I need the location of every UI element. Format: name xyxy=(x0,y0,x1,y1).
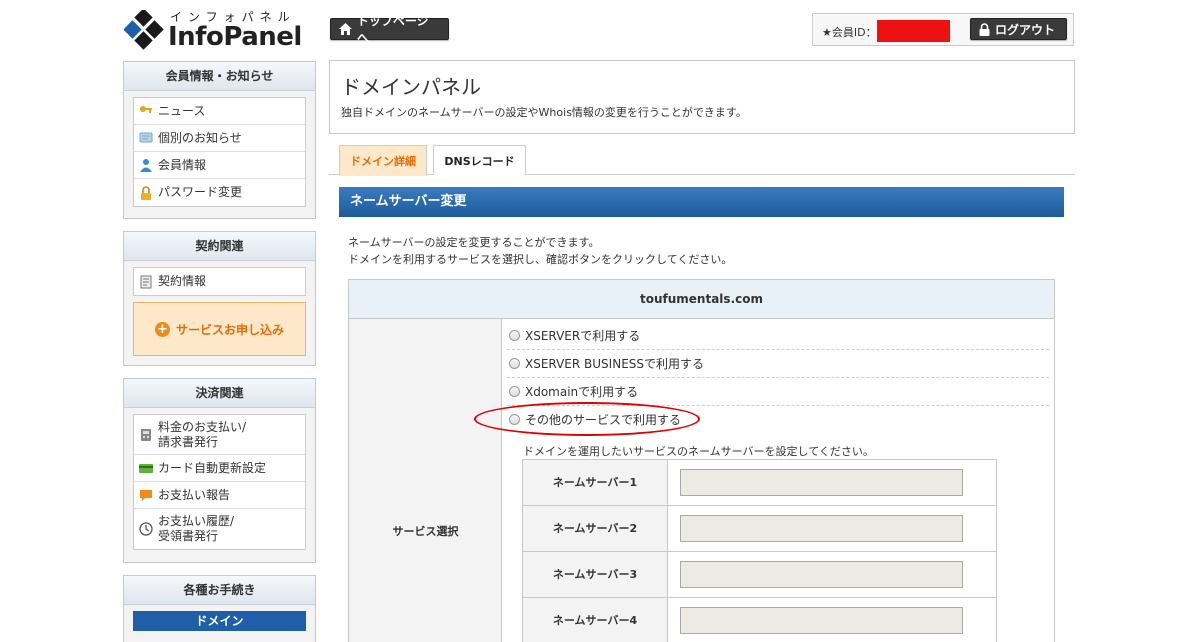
radio-label: XSERVER BUSINESSで利用する xyxy=(525,357,705,371)
document-icon xyxy=(139,275,153,289)
logo-diamond-icon xyxy=(124,10,164,50)
tab-bar: ドメイン詳細 DNSレコード xyxy=(329,145,1075,176)
nameserver-table: ネームサーバー1 ネームサーバー2 ネームサーバー3 ネームサーバー4 xyxy=(522,459,997,642)
nameserver-label: ネームサーバー1 xyxy=(523,460,668,505)
page-title-panel: ドメインパネル 独自ドメインのネームサーバーの設定やWhois情報の変更を行うこ… xyxy=(329,60,1075,134)
top-page-label: トップページへ xyxy=(356,14,429,45)
sidebar-payment-list: 料金のお支払い/ 請求書発行 カード自動更新設定 お支払い報告 お支払い履歴/ … xyxy=(133,414,306,550)
member-id-label: ★会員ID： xyxy=(822,26,877,39)
service-apply-label: サービスお申し込み xyxy=(175,322,284,337)
nameserver-2-input[interactable] xyxy=(680,515,963,542)
page-title: ドメインパネル xyxy=(341,75,481,99)
page-description: 独自ドメインのネームサーバーの設定やWhois情報の変更を行うことができます。 xyxy=(341,106,747,119)
sidebar-contract-list: 契約情報 xyxy=(133,267,306,296)
sidebar-member-list: ニュース 個別のお知らせ 会員情報 パスワード変更 xyxy=(133,97,306,207)
sidebar-item-member-info[interactable]: 会員情報 xyxy=(134,152,305,179)
nameserver-note: ドメインを運用したいサービスのネームサーバーを設定してください。 xyxy=(523,445,874,458)
member-id-redaction xyxy=(877,20,950,42)
domain-settings-table: toufumentals.com サービス選択 XSERVERで利用する XSE… xyxy=(348,279,1055,642)
nameserver-3-input[interactable] xyxy=(680,561,963,588)
sidebar-item-contract-info[interactable]: 契約情報 xyxy=(134,268,305,295)
service-select-label: サービス選択 xyxy=(392,525,459,538)
red-highlight-ellipse xyxy=(474,402,700,436)
sidebar-item-payment-history[interactable]: お支払い履歴/ 受領書発行 xyxy=(134,509,305,549)
sidebar-payment-section: 決済関連 料金のお支払い/ 請求書発行 カード自動更新設定 お支払い報告 お支払… xyxy=(123,378,316,563)
radio-option-xserver-business[interactable]: XSERVER BUSINESSで利用する xyxy=(507,350,1049,378)
key-icon xyxy=(139,104,153,118)
sidebar-item-label: お支払い履歴/ 受領書発行 xyxy=(158,514,235,543)
tab-dns-record[interactable]: DNSレコード xyxy=(433,145,526,175)
calculator-icon xyxy=(139,428,153,442)
chat-icon xyxy=(139,488,153,502)
radio-label: XSERVERで利用する xyxy=(525,329,641,343)
sidebar-contract-section: 契約関連 契約情報 + サービスお申し込み xyxy=(123,231,316,366)
sidebar-item-payment[interactable]: 料金のお支払い/ 請求書発行 xyxy=(134,415,305,455)
nameserver-row: ネームサーバー3 xyxy=(523,552,996,598)
section-title-bar: ネームサーバー変更 xyxy=(339,187,1064,217)
logout-label: ログアウト xyxy=(995,22,1056,37)
tab-domain-detail[interactable]: ドメイン詳細 xyxy=(339,145,427,176)
sidebar-item-card-renewal[interactable]: カード自動更新設定 xyxy=(134,455,305,482)
lock-icon xyxy=(139,185,153,200)
nameserver-row: ネームサーバー2 xyxy=(523,506,996,552)
sidebar-item-label: ニュース xyxy=(158,103,206,118)
message-icon xyxy=(139,131,153,145)
infopanel-logo[interactable]: インフォパネル InfoPanel xyxy=(124,6,302,52)
lock-icon xyxy=(979,22,990,36)
intro-text-1: ネームサーバーの設定を変更することができます。 xyxy=(348,236,600,249)
user-icon xyxy=(139,158,153,172)
sidebar-item-news[interactable]: ニュース xyxy=(134,98,305,125)
radio-label: Xdomainで利用する xyxy=(525,385,639,399)
clock-icon xyxy=(139,522,153,536)
top-page-button[interactable]: トップページへ xyxy=(330,14,449,45)
sidebar-item-label: 個別のお知らせ xyxy=(158,130,242,145)
sidebar-procedure-section: 各種お手続き ドメイン xyxy=(123,575,316,642)
radio-button[interactable] xyxy=(509,330,520,341)
nameserver-label: ネームサーバー4 xyxy=(523,598,668,642)
sidebar-member-section: 会員情報・お知らせ ニュース 個別のお知らせ 会員情報 パスワード変更 xyxy=(123,61,316,219)
nameserver-label: ネームサーバー3 xyxy=(523,552,668,597)
service-label-cell: サービス選択 xyxy=(349,319,502,642)
nameserver-row: ネームサーバー4 xyxy=(523,598,996,642)
sidebar-member-title: 会員情報・お知らせ xyxy=(124,62,315,91)
sidebar-contract-title: 契約関連 xyxy=(124,232,315,261)
domain-name-header: toufumentals.com xyxy=(349,280,1054,319)
sidebar-item-label: 契約情報 xyxy=(158,274,207,288)
sidebar-item-label: パスワード変更 xyxy=(158,185,243,199)
intro-text-2: ドメインを利用するサービスを選択し、確認ボタンをクリックしてください。 xyxy=(348,253,733,266)
sidebar-procedure-title: 各種お手続き xyxy=(124,576,315,605)
sidebar-item-label: お支払い報告 xyxy=(158,487,231,502)
sidebar-domain-bar[interactable]: ドメイン xyxy=(133,611,306,631)
sidebar-item-label: 会員情報 xyxy=(158,157,207,172)
sidebar-item-password[interactable]: パスワード変更 xyxy=(134,179,305,206)
sidebar-payment-title: 決済関連 xyxy=(124,379,315,408)
logo-brand: InfoPanel xyxy=(168,22,302,52)
nameserver-row: ネームサーバー1 xyxy=(523,460,996,506)
credit-card-icon xyxy=(139,461,153,475)
radio-option-xserver[interactable]: XSERVERで利用する xyxy=(507,322,1049,350)
plus-circle-icon: + xyxy=(154,321,170,337)
nameserver-4-input[interactable] xyxy=(680,607,963,634)
service-apply-button[interactable]: + サービスお申し込み xyxy=(133,302,306,356)
sidebar-item-payment-report[interactable]: お支払い報告 xyxy=(134,482,305,509)
home-icon xyxy=(339,23,352,35)
sidebar-item-label: カード自動更新設定 xyxy=(158,460,267,475)
sidebar-item-label: 料金のお支払い/ 請求書発行 xyxy=(158,419,247,449)
nameserver-label: ネームサーバー2 xyxy=(523,506,668,551)
radio-button[interactable] xyxy=(509,386,520,397)
nameserver-1-input[interactable] xyxy=(680,469,963,496)
logout-button[interactable]: ログアウト xyxy=(970,18,1067,40)
radio-button[interactable] xyxy=(509,358,520,369)
sidebar-item-notices[interactable]: 個別のお知らせ xyxy=(134,125,305,152)
